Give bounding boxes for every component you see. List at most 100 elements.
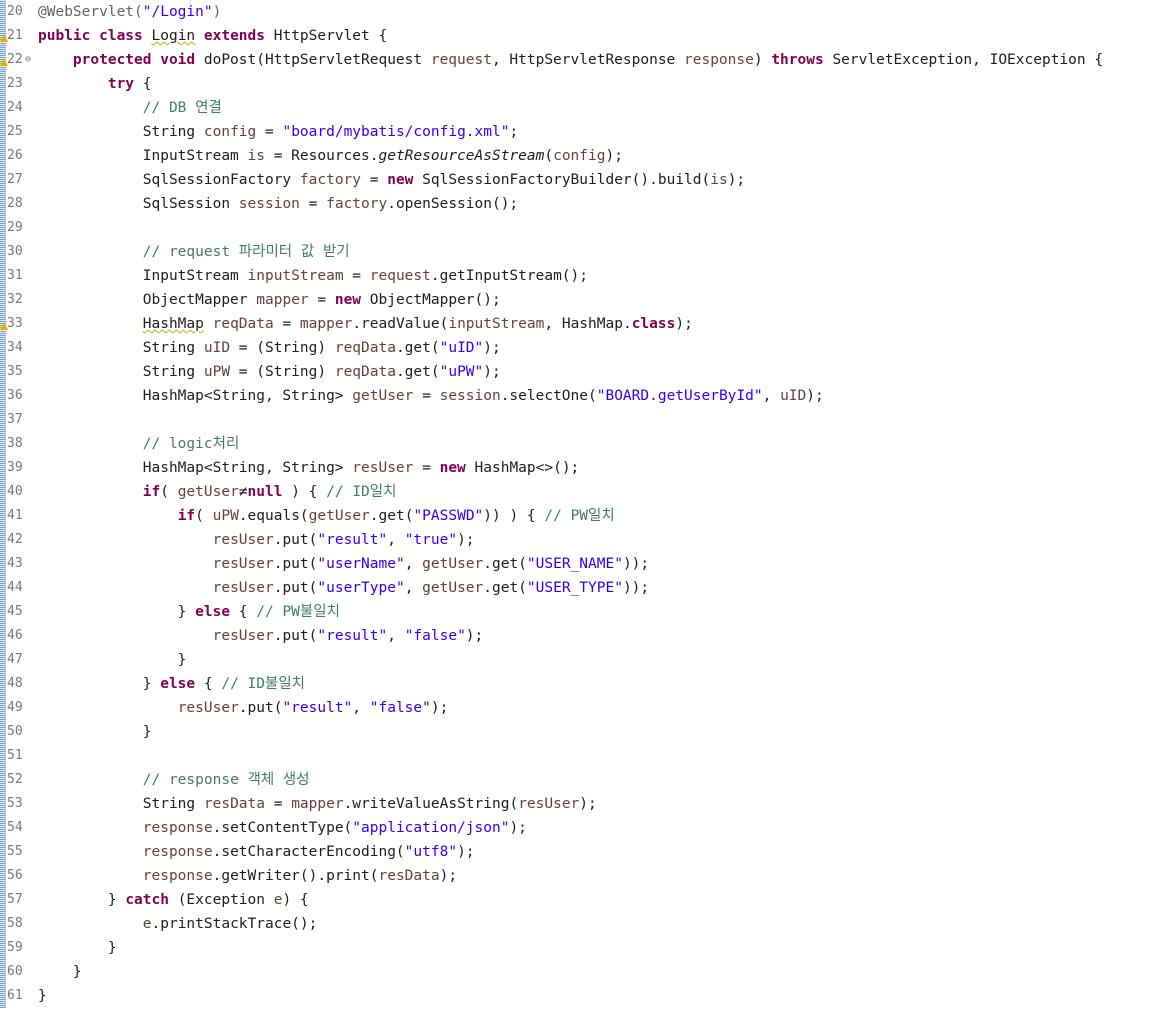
- code-line[interactable]: 30 // request 파라미터 값 받기: [0, 240, 1160, 264]
- code-token: "false": [369, 700, 431, 716]
- code-token: );: [457, 532, 475, 548]
- code-line[interactable]: 46 resUser.put("result", "false");: [0, 624, 1160, 648]
- code-line[interactable]: 48 } else { // ID불일치: [0, 672, 1160, 696]
- code-line[interactable]: 45 } else { // PW불일치: [0, 600, 1160, 624]
- code-token: }: [38, 676, 161, 692]
- code-line[interactable]: 35 String uPW = (String) reqData.get("uP…: [0, 360, 1160, 384]
- code-line[interactable]: 29: [0, 216, 1160, 240]
- code-line[interactable]: 54 response.setContentType("application/…: [0, 816, 1160, 840]
- code-line[interactable]: 49 resUser.put("result", "false");: [0, 696, 1160, 720]
- code-token: SqlSessionFactory: [38, 172, 300, 188]
- code-line[interactable]: 42 resUser.put("result", "true");: [0, 528, 1160, 552]
- code-token: throws: [771, 52, 824, 68]
- code-line[interactable]: 34 String uID = (String) reqData.get("uI…: [0, 336, 1160, 360]
- code-line[interactable]: 44 resUser.put("userType", getUser.get("…: [0, 576, 1160, 600]
- code-token: }: [38, 988, 47, 1004]
- code-token: InputStream: [38, 148, 248, 164]
- code-text: response.setCharacterEncoding("utf8");: [38, 840, 475, 864]
- code-line[interactable]: 53 String resData = mapper.writeValueAsS…: [0, 792, 1160, 816]
- change-bar: [0, 408, 6, 432]
- code-line[interactable]: 59 }: [0, 936, 1160, 960]
- code-line[interactable]: 27 SqlSessionFactory factory = new SqlSe…: [0, 168, 1160, 192]
- code-line[interactable]: 58 e.printStackTrace();: [0, 912, 1160, 936]
- code-token: if: [177, 508, 196, 524]
- code-token: ServletException, IOException {: [823, 52, 1104, 68]
- code-line[interactable]: 38 // logic처리: [0, 432, 1160, 456]
- code-token: "application/json": [352, 820, 510, 836]
- line-number: 46: [7, 628, 23, 643]
- code-token: // PW불일치: [256, 604, 340, 620]
- code-line[interactable]: 61}: [0, 984, 1160, 1008]
- change-bar: [0, 552, 6, 576]
- fold-collapse-icon[interactable]: ⊖: [25, 48, 31, 72]
- code-line[interactable]: 33 HashMap reqData = mapper.readValue(in…: [0, 312, 1160, 336]
- code-line[interactable]: 55 response.setCharacterEncoding("utf8")…: [0, 840, 1160, 864]
- code-token: String: [38, 364, 204, 380]
- code-token: );: [579, 796, 597, 812]
- code-line[interactable]: 56 response.getWriter().print(resData);: [0, 864, 1160, 888]
- code-text: e.printStackTrace();: [38, 912, 318, 936]
- code-line[interactable]: 25 String config = "board/mybatis/config…: [0, 120, 1160, 144]
- code-line[interactable]: 57 } catch (Exception e) {: [0, 888, 1160, 912]
- code-line[interactable]: 22 ⊖ protected void doPost(HttpServletReq…: [0, 48, 1160, 72]
- code-text: resUser.put("userType", getUser.get("USE…: [38, 576, 650, 600]
- code-line[interactable]: 39 HashMap<String, String> resUser = new…: [0, 456, 1160, 480]
- code-line[interactable]: 47 }: [0, 648, 1160, 672]
- code-token: .printStackTrace();: [151, 916, 318, 932]
- code-text: response.getWriter().print(resData);: [38, 864, 457, 888]
- code-token: new: [387, 172, 414, 188]
- code-token: =: [273, 316, 300, 332]
- code-line[interactable]: 23 try {: [0, 72, 1160, 96]
- code-token: );: [457, 844, 475, 860]
- line-number: 35: [7, 364, 23, 379]
- code-token: mapper: [256, 292, 309, 308]
- code-line[interactable]: 32 ObjectMapper mapper = new ObjectMappe…: [0, 288, 1160, 312]
- code-line[interactable]: 51: [0, 744, 1160, 768]
- code-line[interactable]: 24 // DB 연결: [0, 96, 1160, 120]
- code-token: null: [247, 484, 283, 500]
- code-token: );: [509, 820, 527, 836]
- code-token: getResourceAsStream: [378, 148, 545, 164]
- change-bar: [0, 984, 6, 1008]
- code-line[interactable]: 41 if( uPW.equals(getUser.get("PASSWD"))…: [0, 504, 1160, 528]
- code-line[interactable]: 60 }: [0, 960, 1160, 984]
- code-line[interactable]: 43 resUser.put("userName", getUser.get("…: [0, 552, 1160, 576]
- code-line[interactable]: 50 }: [0, 720, 1160, 744]
- code-token: "result": [282, 700, 353, 716]
- code-text: if( uPW.equals(getUser.get("PASSWD")) ) …: [38, 504, 615, 528]
- code-line[interactable]: 21 public class Login extends HttpServlet…: [0, 24, 1160, 48]
- code-token: getUser: [422, 556, 484, 572]
- code-line[interactable]: 52 // response 객체 생성: [0, 768, 1160, 792]
- code-text: HashMap<String, String> getUser = sessio…: [38, 384, 824, 408]
- code-token: resUser: [177, 700, 239, 716]
- code-token: mapper: [299, 316, 353, 332]
- code-token: if: [142, 484, 161, 500]
- code-token: ,: [387, 532, 405, 548]
- code-token: }: [38, 604, 196, 620]
- code-token: getUser: [352, 388, 414, 404]
- code-line[interactable]: 37: [0, 408, 1160, 432]
- line-number: 57: [7, 892, 23, 907]
- code-line[interactable]: 36 HashMap<String, String> getUser = ses…: [0, 384, 1160, 408]
- code-line[interactable]: 28 SqlSession session = factory.openSess…: [0, 192, 1160, 216]
- code-token: reqData: [334, 364, 396, 380]
- code-token: (: [544, 148, 554, 164]
- code-line[interactable]: 40 if( getUser≠null ) { // ID일치: [0, 480, 1160, 504]
- code-token: .put(: [273, 556, 318, 572]
- code-line[interactable]: 31 InputStream inputStream = request.get…: [0, 264, 1160, 288]
- change-bar: [0, 432, 6, 456]
- code-token: .put(: [273, 628, 318, 644]
- code-token: );: [439, 868, 458, 884]
- code-token: resUser: [212, 556, 274, 572]
- code-editor[interactable]: 20 @WebServlet("/Login") 21 public class Lo…: [0, 0, 1160, 1011]
- code-line[interactable]: 26 InputStream is = Resources.getResourc…: [0, 144, 1160, 168]
- code-text: // DB 연결: [38, 96, 222, 120]
- code-token: uID: [203, 340, 231, 356]
- code-text: SqlSession session = factory.openSession…: [38, 192, 518, 216]
- code-line[interactable]: 20 @WebServlet("/Login"): [0, 0, 1160, 24]
- change-bar: [0, 456, 6, 480]
- code-token: @WebServlet(: [38, 4, 143, 20]
